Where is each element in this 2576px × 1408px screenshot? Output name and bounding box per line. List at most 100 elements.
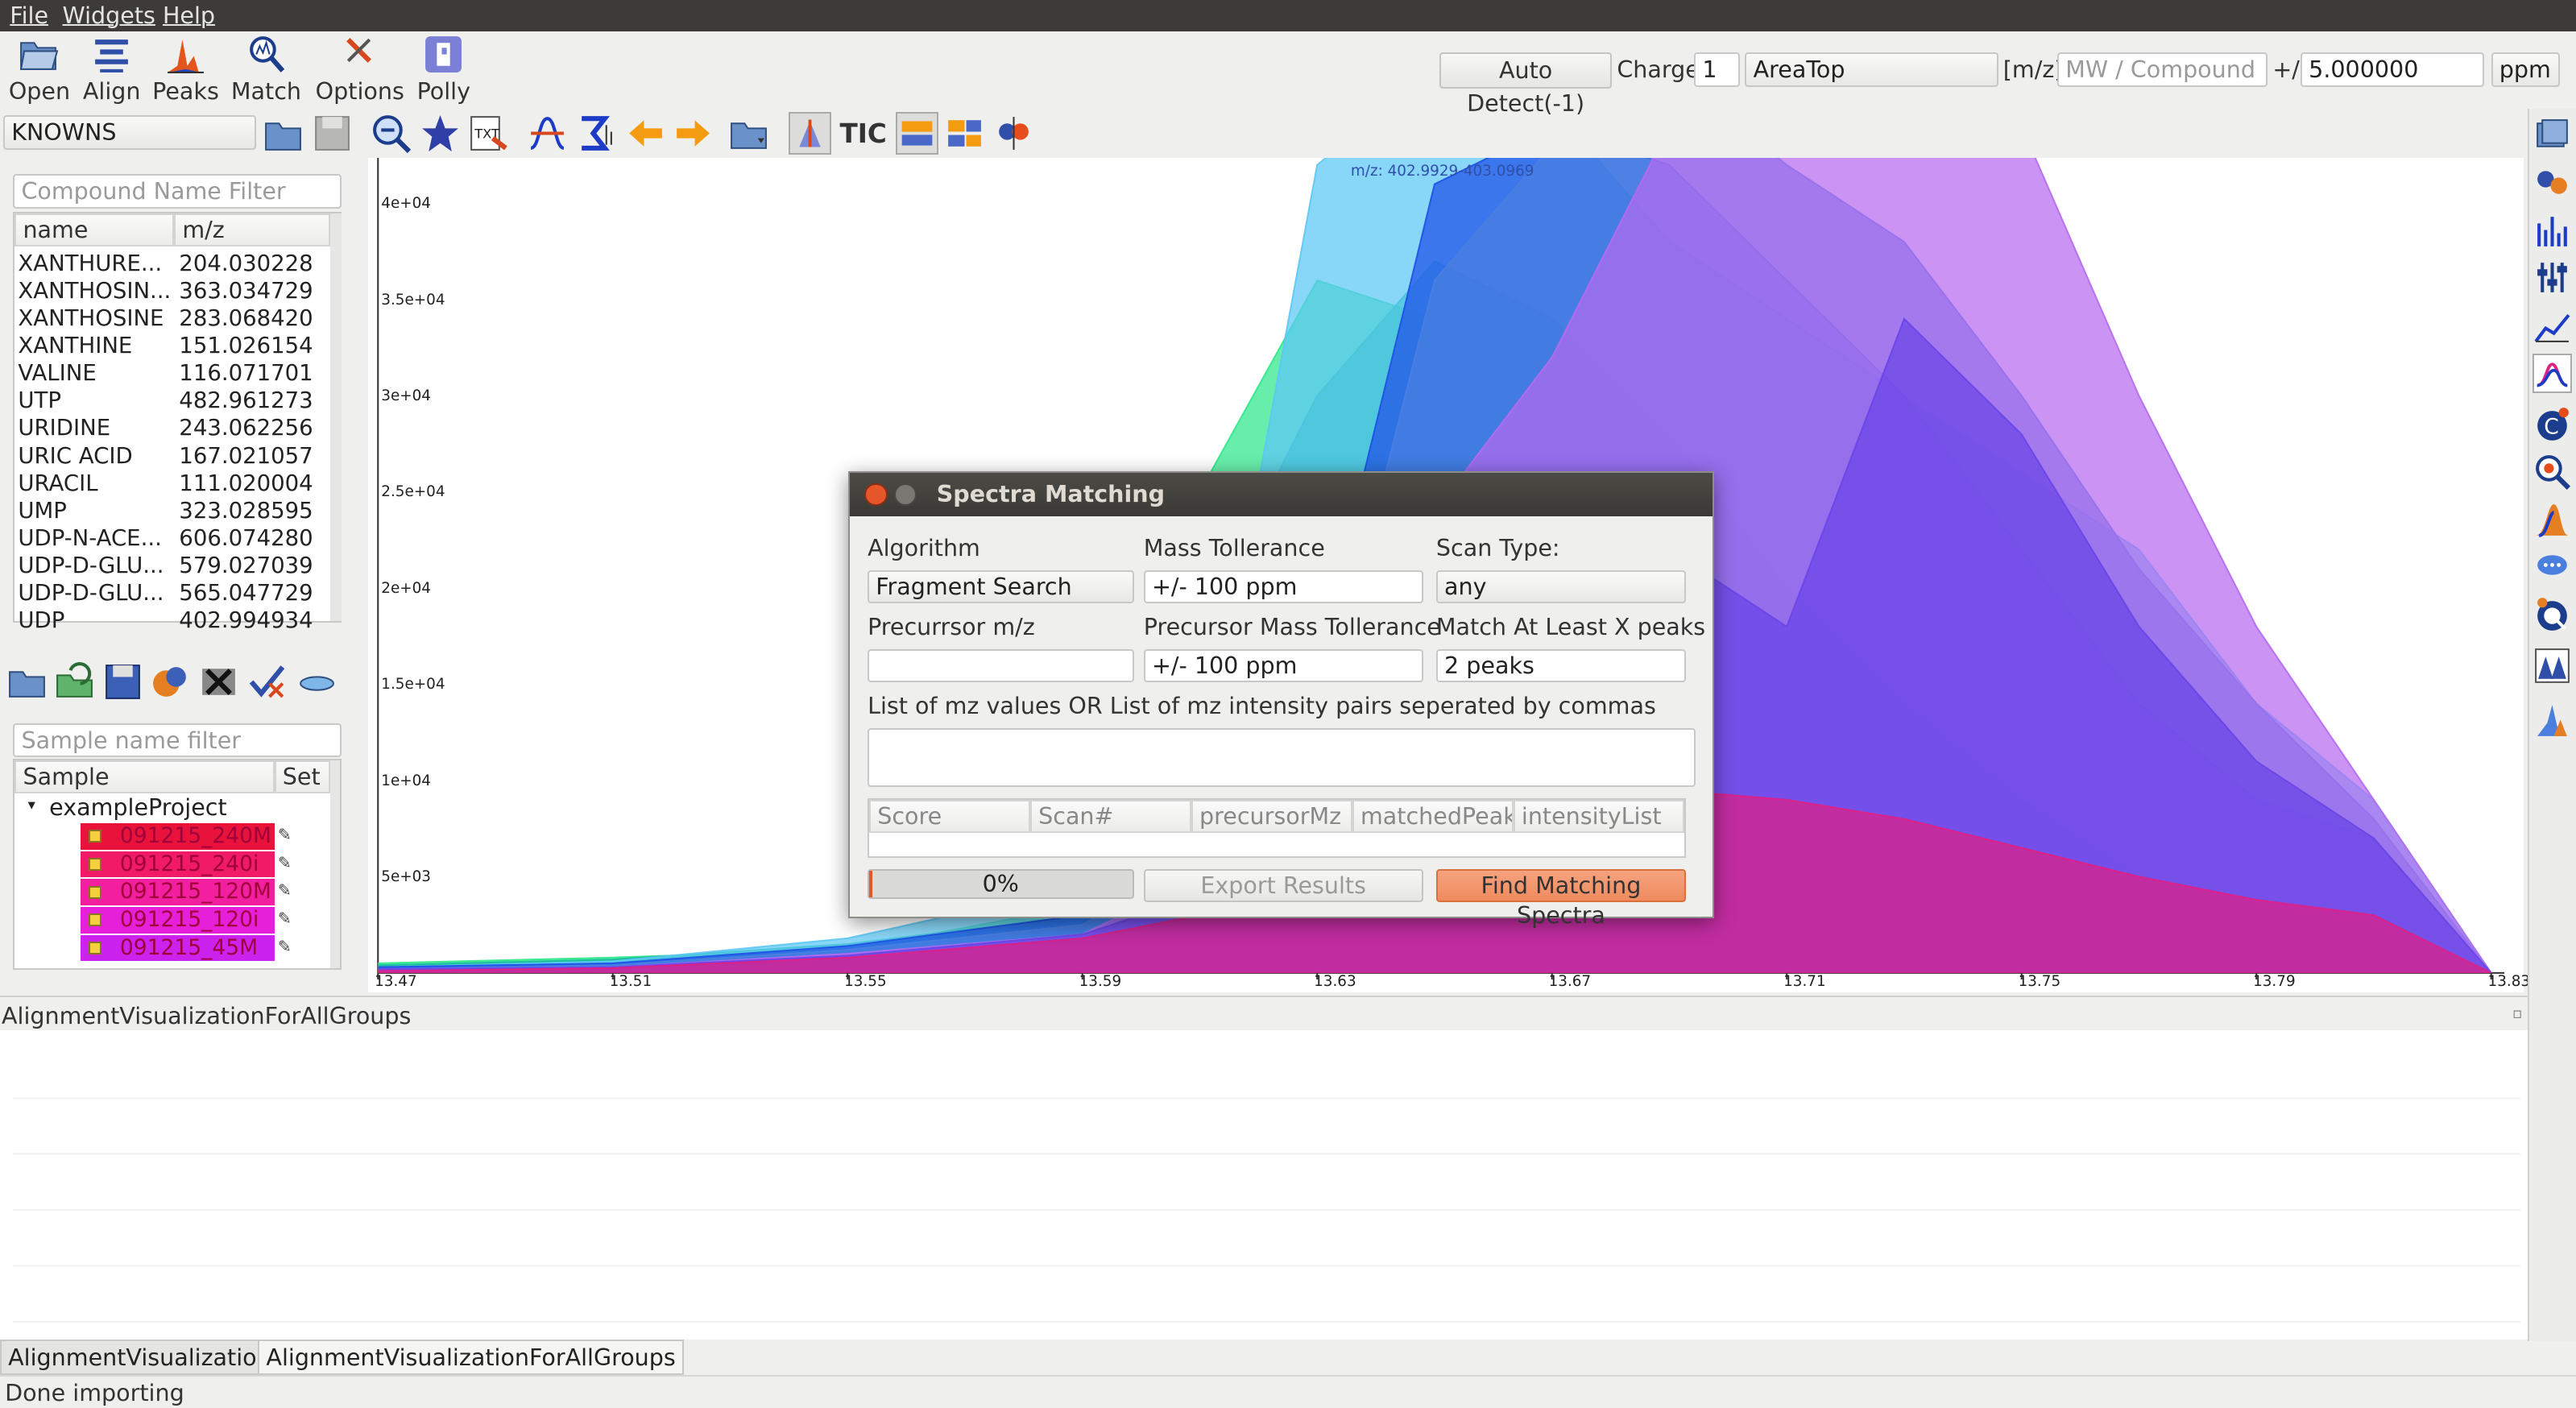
results-col-score[interactable]: Score [869,800,1030,834]
chat-dock-icon[interactable] [2533,547,2572,586]
peaks-button[interactable]: Peaks [150,33,222,106]
load-samples-icon[interactable] [6,661,49,703]
charge-spinbox[interactable]: 1 [1694,52,1741,88]
sample-row[interactable]: 091215_240i [80,851,275,878]
tab-alignment-visualization-all-groups[interactable]: AlignmentVisualizationForAllGroups [258,1339,684,1376]
min-peaks-spinbox[interactable]: 2 peaks [1435,648,1686,682]
results-col-matched-peaks[interactable]: matchedPeaks [1352,800,1514,834]
query-dock-icon[interactable] [2533,594,2572,634]
edit-pencil-icon[interactable]: ✎ [278,825,294,844]
compound-row[interactable]: URIC ACID 167.021057 [18,442,330,470]
edit-pencil-icon[interactable]: ✎ [278,909,294,928]
compound-col-name[interactable]: name [14,213,175,246]
compound-row[interactable]: URACIL 111.020004 [18,470,330,498]
menu-file[interactable]: File [10,0,48,31]
markers-icon[interactable] [992,112,1035,155]
export-txt-icon[interactable]: TXT [466,112,509,155]
sample-filter-input[interactable]: Sample name filter [13,723,342,758]
sum-icon[interactable] [575,112,618,155]
compound-scrollbar[interactable] [329,213,342,622]
refresh-samples-icon[interactable] [54,661,97,703]
load-library-icon[interactable] [263,112,305,155]
covariants-dock-icon[interactable]: C [2533,404,2572,444]
settings-sliders-dock-icon[interactable] [2533,258,2572,297]
save-project-icon[interactable] [101,661,144,703]
set-filter-icon[interactable] [296,661,338,703]
check-samples-icon[interactable] [246,661,289,703]
arrow-left-icon[interactable] [624,112,667,155]
precursor-tolerance-spinbox[interactable]: +/- 100 ppm [1143,648,1423,682]
export-results-button[interactable]: Export Results [1143,869,1423,902]
isotope-search-dock-icon[interactable] [2533,452,2572,491]
open-folder-dropdown-icon[interactable] [728,112,771,155]
tolerance-unit-dropdown[interactable]: ppm [2491,52,2561,88]
compound-row[interactable]: XANTHURE... 204.030228 [18,250,330,278]
sample-row[interactable]: 091215_240M [80,822,275,850]
compound-col-mz[interactable]: m/z [174,213,330,246]
zoom-icon[interactable] [370,112,412,155]
scan-type-dropdown[interactable]: any [1435,569,1686,603]
grid-layout-icon[interactable] [943,112,986,155]
spectra-dock-icon[interactable] [2533,700,2572,739]
library-dropdown[interactable]: KNOWNS [3,114,257,150]
compound-row[interactable]: XANTHOSINE 283.068420 [18,304,330,333]
sample-scrollbar[interactable] [329,760,341,968]
compound-row[interactable]: URIDINE 243.062256 [18,414,330,442]
compound-row[interactable]: XANTHOSIN... 363.034729 [18,277,330,305]
sample-row[interactable]: 091215_120M [80,879,275,905]
menu-help[interactable]: Help [163,0,215,31]
color-samples-icon[interactable] [150,661,193,703]
edit-pencil-icon[interactable]: ✎ [278,880,294,900]
peak-fit-dock-icon[interactable] [2533,499,2572,539]
mz-spectra-dock-icon[interactable] [2533,210,2572,250]
open-button[interactable]: Open [3,33,76,106]
panel-float-icon[interactable]: ▫ [2512,1005,2522,1022]
remove-samples-icon[interactable] [197,661,240,703]
sample-checkbox[interactable] [89,941,102,955]
line-chart-dock-icon[interactable] [2533,305,2572,345]
alignment-canvas[interactable] [13,1043,2521,1340]
find-matching-spectra-button[interactable]: Find Matching Spectra [1435,869,1686,929]
results-col-scan[interactable]: Scan# [1029,800,1191,834]
precursor-mz-input[interactable] [868,648,1134,682]
auto-detect-button[interactable]: Auto Detect(-1) [1439,52,1613,117]
sample-row[interactable]: 091215_120i [80,907,275,934]
compound-row[interactable]: UDP-D-GLU... 565.047729 [18,579,330,607]
results-col-intensity-list[interactable]: intensityList [1513,800,1684,834]
close-icon[interactable] [863,482,888,507]
compound-row[interactable]: UDP-N-ACE... 606.074280 [18,524,330,553]
compare-samples-dock-icon[interactable] [2533,646,2572,685]
spectrum-view-icon[interactable] [789,111,832,155]
results-col-precursor-mz[interactable]: precursorMz [1191,800,1352,834]
options-button[interactable]: Options [316,33,404,106]
compound-row[interactable]: UMP 323.028595 [18,497,330,525]
mz-list-textarea[interactable] [868,727,1696,788]
sample-checkbox[interactable] [89,830,102,843]
sample-checkbox[interactable] [89,857,102,872]
compound-search-input[interactable]: MW / Compound [2057,52,2268,88]
sample-checkbox[interactable] [89,885,102,899]
match-button[interactable]: Match [230,33,303,106]
eic-dock-icon[interactable] [2532,353,2572,393]
tic-button[interactable]: TIC [839,118,886,149]
compound-row[interactable]: UDP-D-GLU... 579.027039 [18,552,330,580]
sample-row[interactable]: 091215_45M [80,934,275,962]
mass-tolerance-spinbox[interactable]: +/- 100 ppm [1143,569,1423,603]
tolerance-input[interactable]: 5.000000 [2301,52,2485,88]
minimize-icon[interactable] [893,482,917,507]
menu-widgets[interactable]: Widgets [63,0,155,31]
compound-row[interactable]: UTP 482.961273 [18,387,330,415]
compound-row[interactable]: VALINE 116.071701 [18,359,330,387]
tree-expand-icon[interactable]: ▾ [28,797,35,814]
projects-dock-icon[interactable] [2533,115,2572,155]
fit-curve-icon[interactable] [526,112,569,155]
sample-checkbox[interactable] [89,913,102,927]
bar-layout-icon[interactable] [895,111,938,155]
compound-row[interactable]: XANTHINE 151.026154 [18,332,330,360]
sample-col-set[interactable]: Set [274,760,330,794]
pathway-dock-icon[interactable] [2533,163,2572,202]
edit-pencil-icon[interactable]: ✎ [278,853,294,872]
compound-filter-input[interactable]: Compound Name Filter [13,174,342,209]
algorithm-dropdown[interactable]: Fragment Search [868,569,1134,603]
compound-row[interactable]: UDP 402.994934 [18,607,330,635]
